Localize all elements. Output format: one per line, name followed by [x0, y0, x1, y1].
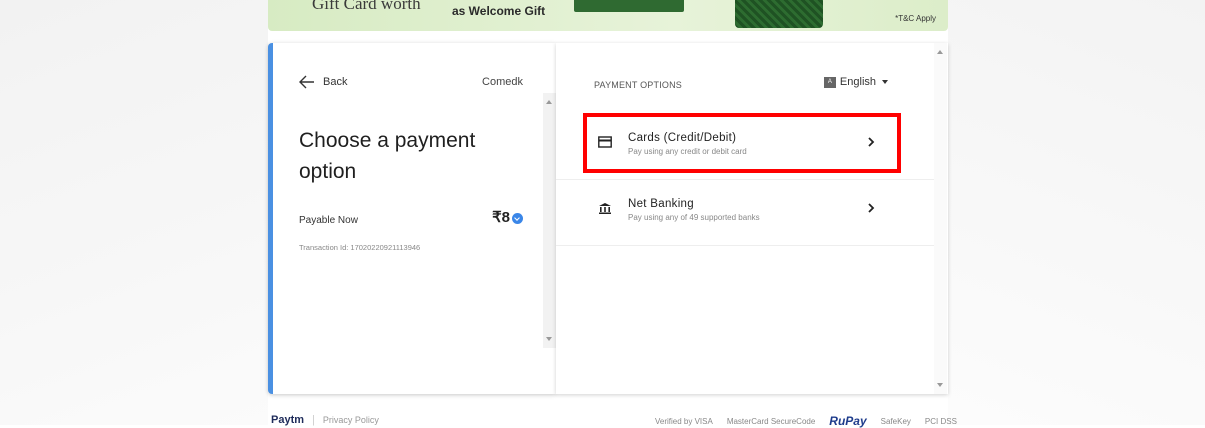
- badge-pci: PCI DSS: [924, 416, 957, 426]
- background-left: [0, 0, 268, 425]
- payment-option-cards[interactable]: Cards (Credit/Debit) Pay using any credi…: [556, 113, 934, 180]
- badge-safekey: SafeKey: [880, 416, 911, 426]
- paytm-logo: Paytm: [271, 414, 305, 426]
- payment-options-panel: PAYMENT OPTIONS A English Cards (Credit/…: [556, 43, 948, 394]
- scroll-up-icon[interactable]: [546, 100, 552, 104]
- banner-text-welcome: as Welcome Gift: [452, 4, 546, 18]
- option-title-cards: Cards (Credit/Debit): [628, 132, 737, 144]
- footer-brand: Paytm | Privacy Policy: [271, 414, 379, 426]
- security-badges: Verified by VISA MasterCard SecureCode R…: [655, 414, 957, 428]
- right-scrollbar[interactable]: [934, 43, 947, 394]
- back-arrow-icon: [299, 75, 314, 89]
- payable-amount: ₹8: [492, 209, 510, 226]
- page-title: Choose a payment option: [299, 129, 476, 183]
- language-label: English: [839, 76, 876, 88]
- scroll-up-icon[interactable]: [937, 50, 943, 54]
- footer-separator: |: [312, 414, 315, 426]
- bank-icon: [599, 203, 611, 214]
- scroll-down-icon[interactable]: [546, 337, 552, 341]
- merchant-name: Comedk: [482, 76, 523, 88]
- scroll-down-icon[interactable]: [937, 383, 943, 387]
- payment-option-net-banking[interactable]: Net Banking Pay using any of 49 supporte…: [556, 179, 934, 246]
- payable-label: Payable Now: [299, 215, 358, 226]
- privacy-policy-link[interactable]: Privacy Policy: [323, 415, 379, 425]
- banner-text-gift: Gift Card worth: [312, 0, 421, 13]
- background-right: [948, 0, 1205, 425]
- left-scrollbar[interactable]: [543, 93, 556, 348]
- option-subtitle-net-banking: Pay using any of 49 supported banks: [628, 213, 760, 222]
- back-label: Back: [323, 76, 348, 88]
- back-button[interactable]: Back: [299, 75, 347, 89]
- option-subtitle-cards: Pay using any credit or debit card: [628, 147, 747, 156]
- badge-rupay: RuPay: [829, 414, 867, 428]
- chevron-right-icon: [868, 203, 875, 213]
- promo-banner[interactable]: Gift Card worth as Welcome Gift *T&C App…: [268, 0, 948, 31]
- badge-mastercard: MasterCard SecureCode: [726, 416, 816, 426]
- order-summary-panel: Back Comedk Choose a payment option Paya…: [268, 43, 556, 394]
- option-title-net-banking: Net Banking: [628, 198, 694, 210]
- chevron-right-icon: [868, 137, 875, 147]
- translate-icon: A: [823, 76, 836, 88]
- credit-card-icon: [598, 136, 612, 148]
- transaction-id: Transaction Id: 17020220921113946: [299, 243, 421, 252]
- language-selector[interactable]: A English: [823, 76, 888, 88]
- amount-details-toggle-icon[interactable]: [512, 213, 523, 224]
- badge-visa: Verified by VISA: [655, 416, 713, 426]
- banner-card-image: [735, 0, 823, 28]
- payment-options-heading: PAYMENT OPTIONS: [594, 80, 683, 90]
- banner-strip: [574, 0, 684, 12]
- chevron-down-icon: [882, 80, 888, 84]
- banner-terms: *T&C Apply: [895, 14, 936, 23]
